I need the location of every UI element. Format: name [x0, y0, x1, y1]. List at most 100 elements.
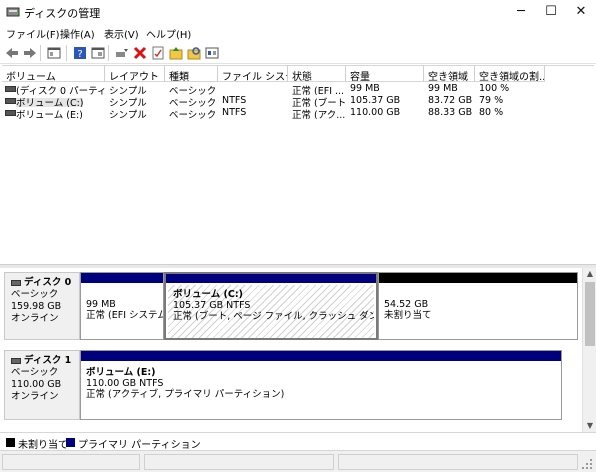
delete-icon[interactable]	[132, 45, 148, 61]
toolbar-separator	[66, 45, 67, 61]
folder-search-icon[interactable]	[186, 45, 202, 61]
menu-action[interactable]: 操作(A)	[60, 26, 95, 41]
disk-graphical-view: ディスク 0 ベーシック 159.98 GB オンライン 99 MB 正常 (E…	[2, 268, 582, 432]
scroll-down-icon[interactable]: ▼	[583, 420, 596, 432]
cell-volume: (ディスク 0 パーティシ...	[16, 86, 105, 95]
selected-partition-hatch: ボリューム (C:) 105.37 GB NTFS 正常 (ブート, ページ フ…	[168, 285, 374, 338]
cell-status: 正常 (ブート...	[292, 98, 346, 107]
back-arrow-icon[interactable]	[4, 45, 20, 61]
volume-list[interactable]: ボリューム レイアウト 種類 ファイル システム 状態 容量 空き領域 空き領域…	[2, 65, 594, 263]
disk-0-size: 159.98 GB	[11, 301, 62, 312]
disk-1-status: オンライン	[11, 391, 59, 402]
primary-partition-bar	[81, 351, 561, 361]
partition-status: 正常 (ブート, ページ ファイル, クラッシュ ダンプ, ベーシック	[173, 311, 374, 322]
column-header-capacity[interactable]: 容量	[346, 66, 424, 82]
cell-volume-text: ボリューム (C:)	[16, 98, 84, 107]
connect-icon[interactable]	[114, 45, 130, 61]
cell-type: ベーシック	[169, 110, 217, 119]
toolbar-separator	[108, 45, 109, 61]
column-header-volume[interactable]: ボリューム	[2, 66, 105, 82]
cell-capacity: 110.00 GB	[350, 107, 401, 118]
partition-status: 正常 (EFI システム ...	[86, 310, 163, 321]
unallocated-space[interactable]: 54.52 GB 未割り当て	[378, 272, 578, 340]
partition-size: 99 MB	[86, 299, 116, 310]
cell-capacity: 105.37 GB	[350, 95, 401, 106]
cell-percent-free: 79 %	[479, 95, 504, 106]
help-icon[interactable]: ?	[72, 45, 88, 61]
check-disk-icon[interactable]	[150, 45, 166, 61]
column-header-file-system[interactable]: ファイル システム	[218, 66, 288, 82]
properties-window-icon[interactable]	[90, 45, 106, 61]
partition-status: 正常 (アクティブ, プライマリ パーティション)	[86, 389, 285, 400]
toolbar-separator	[40, 45, 41, 61]
legend-primary-partition: プライマリ パーティション	[78, 440, 201, 451]
settings-panel-icon[interactable]	[204, 45, 220, 61]
menu-bar: ファイル(F) 操作(A) 表示(V) ヘルプ(H)	[0, 24, 596, 42]
cell-free-space: 99 MB	[428, 83, 458, 94]
column-header-type[interactable]: 種類	[165, 66, 218, 82]
column-header-layout[interactable]: レイアウト	[105, 66, 165, 82]
cell-capacity: 99 MB	[350, 83, 380, 94]
status-cell	[2, 454, 140, 470]
partition-size: 54.52 GB	[384, 299, 429, 310]
vertical-scrollbar[interactable]: ▲ ▼	[582, 268, 596, 432]
cell-free-space: 88.33 GB	[428, 107, 473, 118]
column-header-percent-free[interactable]: 空き領域の割...	[475, 66, 545, 82]
disk-0-type: ベーシック	[11, 289, 59, 300]
svg-text:?: ?	[77, 49, 82, 60]
window-title: ディスクの管理	[24, 7, 101, 20]
resize-grip-icon[interactable]	[581, 458, 593, 470]
partition-volume-e[interactable]: ボリューム (E:) 110.00 GB NTFS 正常 (アクティブ, プライ…	[80, 350, 562, 420]
menu-view[interactable]: 表示(V)	[104, 26, 139, 41]
menu-file[interactable]: ファイル(F)	[6, 26, 60, 41]
unallocated-swatch	[6, 438, 15, 447]
status-cell	[338, 454, 578, 470]
cell-layout: シンプル	[109, 86, 147, 95]
disk-management-icon	[6, 7, 20, 17]
cell-file-system: NTFS	[222, 107, 247, 118]
disk-icon	[11, 357, 21, 364]
disk-0-name: ディスク 0	[24, 277, 72, 288]
disk-1-type: ベーシック	[11, 367, 59, 378]
menu-help[interactable]: ヘルプ(H)	[146, 26, 191, 41]
table-row[interactable]: (ディスク 0 パーティシ... シンプル ベーシック 正常 (EFI ... …	[2, 83, 594, 95]
maximize-button[interactable]: ☐	[536, 0, 566, 24]
partition-name: ボリューム (E:)	[86, 367, 156, 378]
scroll-up-icon[interactable]: ▲	[583, 268, 596, 280]
unallocated-bar	[379, 273, 577, 283]
disk-0-label[interactable]: ディスク 0 ベーシック 159.98 GB オンライン	[4, 272, 80, 340]
scrollbar-thumb[interactable]	[585, 282, 595, 346]
cell-type: ベーシック	[169, 86, 217, 95]
cell-layout: シンプル	[109, 98, 147, 107]
close-button[interactable]: ✕	[566, 0, 596, 24]
legend-unallocated: 未割り当て	[18, 440, 68, 451]
cell-file-system: NTFS	[222, 95, 247, 106]
disk-0-status: オンライン	[11, 313, 59, 324]
primary-partition-bar	[81, 273, 163, 283]
console-tree-icon[interactable]	[46, 45, 62, 61]
cell-status: 正常 (EFI ...	[292, 86, 345, 95]
partition-efi[interactable]: 99 MB 正常 (EFI システム ...	[80, 272, 164, 340]
legend: 未割り当て プライマリ パーティション	[0, 432, 596, 451]
title-bar: ディスクの管理 ─ ☐ ✕	[0, 0, 596, 24]
cell-file-system	[218, 83, 288, 95]
column-header-free-space[interactable]: 空き領域	[424, 66, 475, 82]
column-header-status[interactable]: 状態	[288, 66, 346, 82]
folder-up-icon[interactable]	[168, 45, 184, 61]
table-row[interactable]: ボリューム (E:) シンプル ベーシック NTFS 正常 (アク... 110…	[2, 107, 594, 119]
disk-1-size: 110.00 GB	[11, 379, 62, 390]
disk-1-label[interactable]: ディスク 1 ベーシック 110.00 GB オンライン	[4, 350, 80, 420]
partition-name: ボリューム (C:)	[173, 289, 243, 300]
disk-1-name: ディスク 1	[24, 355, 72, 366]
partition-size: 110.00 GB NTFS	[86, 378, 164, 389]
minimize-button[interactable]: ─	[506, 0, 536, 24]
cell-percent-free: 80 %	[479, 107, 504, 118]
table-row[interactable]: ボリューム (C:) シンプル ベーシック NTFS 正常 (ブート... 10…	[2, 95, 594, 107]
disk-icon	[11, 279, 21, 286]
partition-volume-c[interactable]: ボリューム (C:) 105.37 GB NTFS 正常 (ブート, ページ フ…	[164, 272, 378, 340]
forward-arrow-icon[interactable]	[22, 45, 38, 61]
partition-size: 105.37 GB NTFS	[173, 300, 251, 311]
partition-status: 未割り当て	[384, 310, 432, 321]
toolbar: ?	[0, 42, 596, 64]
cell-layout: シンプル	[109, 110, 147, 119]
